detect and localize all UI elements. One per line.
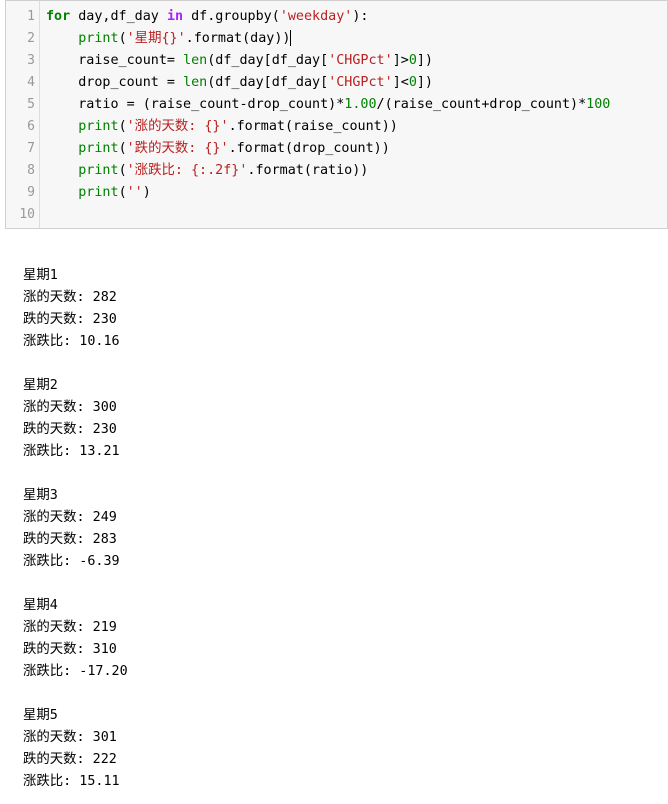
output-line: 涨跌比: -6.39	[23, 554, 120, 569]
code-line-6[interactable]: print('涨的天数: {}'.format(raise_count))	[46, 116, 398, 138]
code-token: (	[118, 141, 127, 156]
output-line: 跌的天数: 230	[23, 312, 117, 327]
code-line-2[interactable]: print('星期{}'.format(day))	[46, 28, 292, 50]
output-line: 涨跌比: 15.11	[23, 774, 120, 789]
code-token: .format(drop_count))	[228, 141, 390, 156]
output-line: 涨的天数: 282	[23, 290, 117, 305]
code-token: )	[142, 185, 151, 200]
keyword-token: for	[46, 9, 71, 24]
code-token: (	[118, 163, 127, 178]
code-editor[interactable]: 1 2 3 4 5 6 7 8 9 10 for day,df_day in d…	[5, 0, 668, 229]
code-token: (	[118, 31, 127, 46]
output-line: 跌的天数: 230	[23, 422, 117, 437]
line-number: 3	[27, 53, 35, 68]
output-line: 星期3	[23, 488, 58, 503]
code-token: (	[118, 185, 127, 200]
output-line: 跌的天数: 283	[23, 532, 117, 547]
line-number: 1	[27, 9, 35, 24]
output-line: 星期1	[23, 268, 58, 283]
code-token: ):	[352, 9, 369, 24]
string-token: '涨的天数: {}'	[126, 119, 229, 134]
code-token: ]>	[392, 53, 409, 68]
code-token: (df_day[df_day[	[207, 53, 329, 68]
string-token: '涨跌比: {:.2f}'	[126, 163, 248, 178]
number-token: 100	[586, 97, 611, 112]
line-number: 7	[27, 141, 35, 156]
output-line: 星期4	[23, 598, 58, 613]
code-token: (	[118, 119, 127, 134]
builtin-token: len	[183, 75, 208, 90]
line-number: 2	[27, 31, 35, 46]
string-token: 'weekday'	[279, 9, 353, 24]
output-line: 涨的天数: 300	[23, 400, 117, 415]
code-line-9[interactable]: print('')	[46, 182, 151, 204]
code-line-1[interactable]: for day,df_day in df.groupby('weekday'):	[46, 6, 369, 28]
line-number: 6	[27, 119, 35, 134]
output-line: 涨的天数: 249	[23, 510, 117, 525]
code-token: .format(ratio))	[247, 163, 369, 178]
output-line: 涨的天数: 219	[23, 620, 117, 635]
code-token: drop_count =	[78, 75, 184, 90]
code-token: .format(raise_count))	[228, 119, 398, 134]
number-token: 0	[408, 53, 417, 68]
line-number: 9	[27, 185, 35, 200]
output-line: 涨跌比: 10.16	[23, 334, 120, 349]
number-token: 0	[408, 75, 417, 90]
builtin-token: print	[78, 185, 119, 200]
builtin-token: print	[78, 141, 119, 156]
code-token: day,df_day	[70, 9, 167, 24]
keyword-token: in	[166, 9, 184, 24]
cell-output: 星期1 涨的天数: 282 跌的天数: 230 涨跌比: 10.16 星期2 涨…	[0, 229, 668, 804]
code-line-4[interactable]: drop_count = len(df_day[df_day['CHGPct']…	[46, 72, 433, 94]
output-line: 星期2	[23, 378, 58, 393]
code-token: ]<	[392, 75, 409, 90]
code-token: ])	[416, 75, 433, 90]
code-token: raise_count=	[78, 53, 184, 68]
number-token: 1.00	[344, 97, 377, 112]
text-cursor	[290, 30, 292, 46]
code-token: (df_day[df_day[	[207, 75, 329, 90]
string-token: '星期{}'	[126, 31, 186, 46]
line-number: 8	[27, 163, 35, 178]
output-line: 跌的天数: 222	[23, 752, 117, 767]
code-line-8[interactable]: print('涨跌比: {:.2f}'.format(ratio))	[46, 160, 368, 182]
code-token: .format(day))	[185, 31, 291, 46]
builtin-token: len	[183, 53, 208, 68]
line-number-gutter: 1 2 3 4 5 6 7 8 9 10	[6, 1, 40, 228]
line-number: 5	[27, 97, 35, 112]
builtin-token: print	[78, 119, 119, 134]
string-token: '跌的天数: {}'	[126, 141, 229, 156]
builtin-token: print	[78, 163, 119, 178]
code-token: df.groupby(	[183, 9, 280, 24]
code-line-3[interactable]: raise_count= len(df_day[df_day['CHGPct']…	[46, 50, 433, 72]
code-token: ])	[416, 53, 433, 68]
line-number: 4	[27, 75, 35, 90]
code-line-7[interactable]: print('跌的天数: {}'.format(drop_count))	[46, 138, 390, 160]
output-line: 涨跌比: 13.21	[23, 444, 120, 459]
builtin-token: print	[78, 31, 119, 46]
notebook-cell: 1 2 3 4 5 6 7 8 9 10 for day,df_day in d…	[0, 0, 668, 804]
code-token: ratio = (raise_count-drop_count)*	[78, 97, 345, 112]
output-line: 涨的天数: 301	[23, 730, 117, 745]
line-number: 10	[19, 207, 35, 222]
code-token: /(raise_count+drop_count)*	[376, 97, 587, 112]
output-line: 星期5	[23, 708, 58, 723]
string-token: 'CHGPct'	[328, 75, 393, 90]
string-token: ''	[126, 185, 143, 200]
string-token: 'CHGPct'	[328, 53, 393, 68]
code-line-5[interactable]: ratio = (raise_count-drop_count)*1.00/(r…	[46, 94, 610, 116]
output-line: 跌的天数: 310	[23, 642, 117, 657]
output-separator	[0, 229, 668, 253]
output-line: 涨跌比: -17.20	[23, 664, 128, 679]
